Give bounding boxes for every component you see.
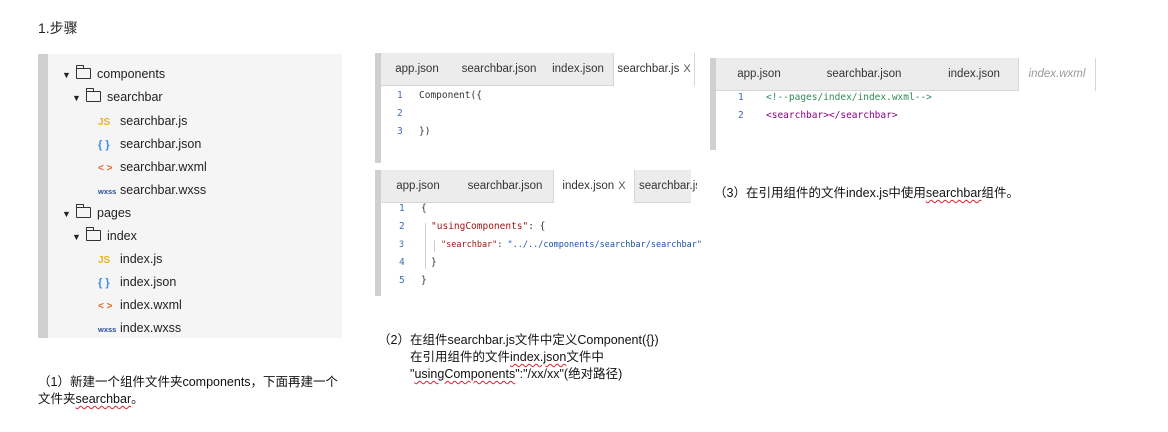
tree-file-index-js[interactable]: JS index.js [98,248,162,271]
page-heading: 1.步骤 [38,20,78,36]
tab-app-json[interactable]: app.json [728,58,790,90]
caret-down-icon: ▼ [62,70,71,80]
tree-folder-components[interactable]: ▼ components [62,63,165,86]
caption-step1: （1）新建一个组件文件夹components，下面再建一个 文件夹searchb… [38,375,339,406]
editor-tab-bar: app.json searchbar.json index.json index… [716,58,1096,91]
wxml-file-icon: < > [98,163,113,174]
code-line: 4} [399,257,437,268]
tab-searchbar-js[interactable]: searchbar.js X [613,53,695,86]
tree-file-index-wxss[interactable]: wxss index.wxss [98,317,181,340]
tree-folder-searchbar[interactable]: ▼ searchbar [72,86,163,109]
folder-icon [75,204,91,218]
json-file-icon: { } [98,139,110,151]
tab-index-wxml[interactable]: index.wxml [1018,58,1096,91]
code-line: 5} [399,275,427,286]
tree-file-searchbar-js[interactable]: JS searchbar.js [98,110,187,133]
tree-file-index-json[interactable]: { } index.json [98,271,176,294]
close-tab-icon[interactable]: X [618,180,625,192]
folder-icon [85,227,101,241]
tab-index-json[interactable]: index.json X [553,170,635,203]
editor-index-json: app.json searchbar.json index.json X sear… [375,170,702,296]
folder-icon [85,88,101,102]
tab-searchbar-json[interactable]: searchbar.json [814,58,914,90]
editor-tab-bar: app.json searchbar.json index.json searc… [381,53,695,86]
file-tree: ▼ components ▼ searchbar JS searchbar.js { … [38,54,342,338]
caret-down-icon: ▼ [62,209,71,219]
code-line: 2 <searchbar></searchbar> [738,110,898,121]
tree-file-index-wxml[interactable]: < > index.wxml [98,294,182,317]
tab-index-json[interactable]: index.json [934,58,1014,90]
code-line: 3 "searchbar": "../../components/searchba… [399,240,703,250]
tab-searchbar-json[interactable]: searchbar.json [457,53,541,85]
editor-searchbar-js: app.json searchbar.json index.json searc… [375,53,695,163]
code-line: 1 Component({ [397,90,482,101]
code-line: 3}) [397,126,431,137]
tab-app-json[interactable]: app.json [389,170,447,202]
tab-searchbar-js[interactable]: searchbar.js [639,170,697,202]
caption-step2: （2）在组件searchbar.js文件中定义Component({}) 在引用… [378,333,659,381]
wxss-file-icon: wxss [98,325,117,334]
code-line: 1 <!--pages/index/index.wxml--> [738,92,932,103]
editor-index-wxml: app.json searchbar.json index.json index… [710,58,1096,150]
folder-icon [75,65,91,79]
close-tab-icon[interactable]: X [683,63,690,75]
tab-index-json[interactable]: index.json [545,53,611,85]
code-line: 2 [397,108,403,119]
tree-file-searchbar-json[interactable]: { } searchbar.json [98,133,201,156]
js-file-icon: JS [98,117,111,128]
tab-searchbar-json[interactable]: searchbar.json [461,170,549,202]
json-file-icon: { } [98,277,110,289]
tree-folder-index[interactable]: ▼ index [72,225,137,248]
editor-tab-bar: app.json searchbar.json index.json X sear… [381,170,697,203]
tab-app-json[interactable]: app.json [389,53,445,85]
tree-file-searchbar-wxml[interactable]: < > searchbar.wxml [98,156,207,179]
caret-down-icon: ▼ [72,232,81,242]
js-file-icon: JS [98,255,111,266]
code-line: 2 "usingComponents": { [399,221,546,232]
caret-down-icon: ▼ [72,93,81,103]
tree-file-searchbar-wxss[interactable]: wxss searchbar.wxss [98,179,206,202]
caption-step3: （3）在引用组件的文件index.js中使用searchbar组件。 [714,186,1019,200]
tree-folder-pages[interactable]: ▼ pages [62,202,131,225]
wxss-file-icon: wxss [98,187,117,196]
code-line: 1{ [399,203,427,214]
wxml-file-icon: < > [98,301,113,312]
